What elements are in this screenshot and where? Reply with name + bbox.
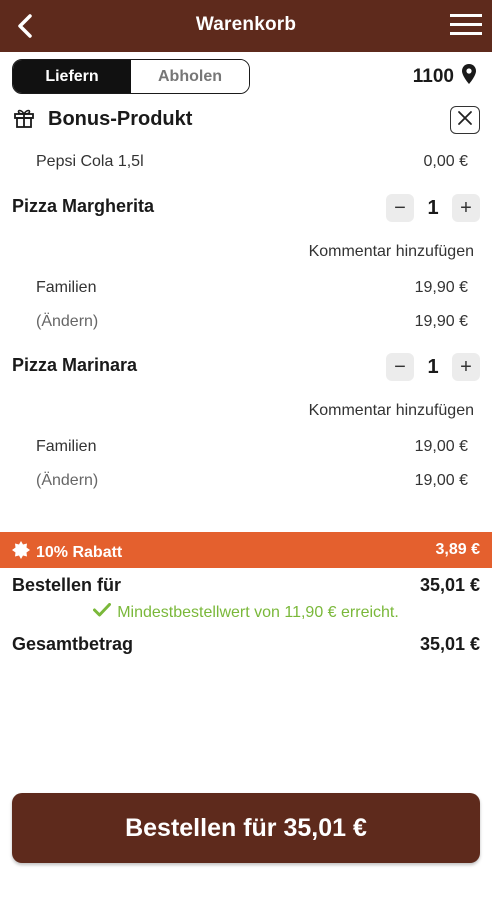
bonus-product-header: Bonus-Produkt — [12, 104, 480, 134]
item-size: Familien — [36, 438, 97, 455]
page-title: Warenkorb — [195, 14, 297, 35]
quantity-value: 1 — [427, 355, 439, 378]
item-size-price: 19,00 € — [414, 438, 468, 455]
discount-label: 10% Rabatt — [36, 543, 123, 561]
discount-value: 3,89 € — [435, 541, 480, 558]
increase-quantity-button[interactable]: + — [452, 353, 480, 381]
location-pin-icon — [462, 64, 476, 90]
discount-banner: 10% Rabatt 3,89 € — [0, 532, 492, 568]
order-for-label: Bestellen für — [12, 575, 122, 595]
increase-quantity-button[interactable]: + — [452, 194, 480, 222]
item-size: Familien — [36, 279, 97, 296]
checkmark-icon — [93, 603, 112, 622]
delivery-mode-toggle: Liefern Abholen — [12, 59, 250, 94]
plz-label: 1100 — [412, 66, 454, 87]
app-header: Warenkorb — [0, 0, 492, 52]
tab-liefern[interactable]: Liefern — [13, 60, 131, 93]
min-order-text: Mindestbestellwert von 11,90 € erreicht. — [117, 603, 399, 621]
bonus-item-price: 0,00 € — [423, 153, 468, 170]
change-item-link[interactable]: (Ändern) — [36, 313, 98, 331]
gift-icon — [12, 105, 36, 134]
item-size-price: 19,90 € — [414, 279, 468, 296]
badge-icon — [12, 541, 30, 564]
order-for-row: Bestellen für 35,01 € — [12, 575, 480, 596]
total-row: Gesamtbetrag 35,01 € — [12, 634, 480, 655]
hamburger-menu-icon[interactable] — [450, 14, 482, 38]
item-total: 19,00 € — [414, 472, 468, 489]
item-name: Pizza Margherita — [12, 196, 155, 216]
bonus-item-name: Pepsi Cola 1,5l — [36, 153, 144, 170]
decrease-quantity-button[interactable]: − — [386, 353, 414, 381]
total-label: Gesamtbetrag — [12, 634, 134, 654]
quantity-stepper: − 1 + — [386, 353, 480, 381]
item-total: 19,90 € — [414, 313, 468, 330]
min-order-note: Mindestbestellwert von 11,90 € erreicht. — [0, 603, 492, 622]
order-for-value: 35,01 € — [419, 575, 480, 595]
change-item-link[interactable]: (Ändern) — [36, 472, 98, 490]
item-name: Pizza Marinara — [12, 355, 138, 375]
add-comment-link[interactable]: Kommentar hinzufügen — [309, 243, 474, 261]
close-bonus-button[interactable] — [450, 106, 480, 134]
quantity-stepper: − 1 + — [386, 194, 480, 222]
total-value: 35,01 € — [419, 634, 480, 654]
close-icon — [457, 110, 473, 131]
quantity-value: 1 — [427, 196, 439, 219]
location-selector[interactable]: 1100 — [413, 64, 476, 90]
tab-abholen[interactable]: Abholen — [131, 60, 249, 93]
add-comment-link[interactable]: Kommentar hinzufügen — [309, 402, 474, 420]
bonus-product-title: Bonus-Produkt — [48, 107, 193, 130]
place-order-button[interactable]: Bestellen für 35,01 € — [12, 793, 480, 863]
decrease-quantity-button[interactable]: − — [386, 194, 414, 222]
